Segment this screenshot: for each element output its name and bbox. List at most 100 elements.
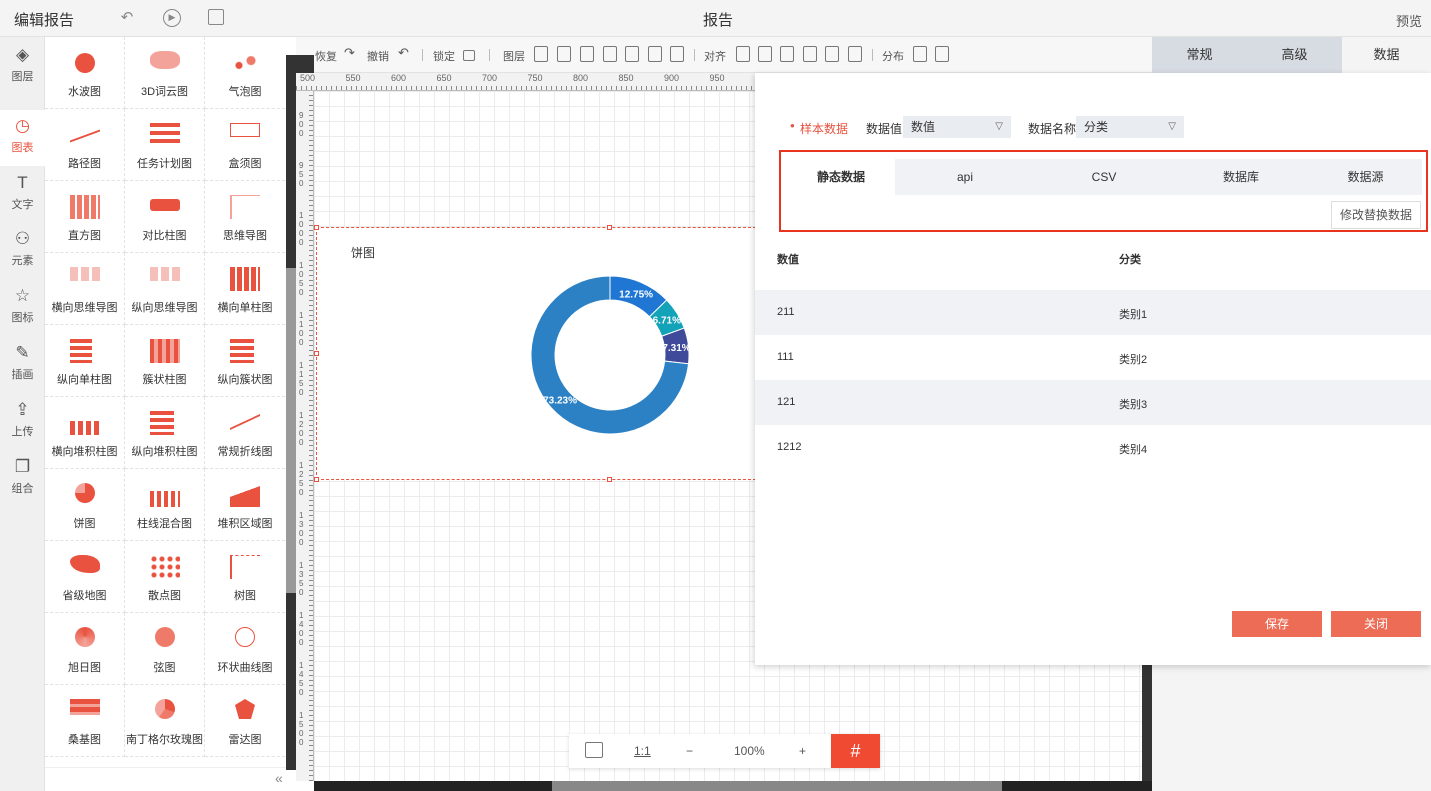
chart-type-item[interactable]: 气泡图 [205,37,285,109]
tab-database[interactable]: 数据库 [1173,159,1309,195]
resize-handle[interactable] [607,477,612,482]
tab-general[interactable]: 常规 [1152,37,1247,73]
chart-type-item[interactable]: 环状曲线图 [205,613,285,685]
tab-api[interactable]: api [895,159,1035,195]
chart-type-item[interactable]: 纵向堆积柱图 [125,397,205,469]
chart-type-item[interactable]: 纵向思维导图 [125,253,205,325]
chart-type-item[interactable]: 横向思维导图 [45,253,125,325]
resize-handle[interactable] [314,225,319,230]
play-icon[interactable]: ▶ [163,9,181,27]
copy-icon[interactable] [670,46,684,62]
collapse-icon[interactable]: « [275,770,283,786]
distribute-vertical-icon[interactable] [935,46,949,62]
selected-chart-widget[interactable]: 饼图 12.75% 6.71% 7.31% 73.23% [314,225,756,482]
lock-button[interactable]: 锁定 [433,48,455,64]
layer-tree-icon[interactable] [534,46,548,62]
chart-type-item[interactable]: 水波图 [45,37,125,109]
chart-type-item[interactable]: 盒须图 [205,109,285,181]
actual-size-button[interactable]: 1:1 [634,744,651,758]
undo-arrow-icon[interactable]: ↶ [398,45,409,61]
tab-csv[interactable]: CSV [1035,159,1173,195]
chart-type-item[interactable]: 桑基图 [45,685,125,757]
chart-type-item[interactable]: 饼图 [45,469,125,541]
chart-type-item[interactable]: 横向单柱图 [205,253,285,325]
lock-icon[interactable] [463,50,475,61]
nav-item-upload[interactable]: ⇪ 上传 [0,394,45,450]
bring-top-icon[interactable] [580,46,594,62]
table-row[interactable]: 1212 类别4 [755,425,1431,470]
close-button[interactable]: 关闭 [1331,611,1421,637]
resize-handle[interactable] [314,351,319,356]
undo-icon[interactable]: ↶ [118,9,136,27]
scrollbar-thumb[interactable] [552,781,1002,791]
chart-type-item[interactable]: 散点图 [125,541,205,613]
fit-screen-icon[interactable] [585,742,603,758]
distribute-button[interactable]: 分布 [882,48,904,64]
zoom-in-button[interactable]: + [799,744,806,758]
sample-data-link[interactable]: 样本数据 [800,120,848,137]
preview-button[interactable]: 预览 [1396,11,1422,30]
tab-data[interactable]: 数据 [1342,37,1431,73]
align-top-icon[interactable] [803,46,817,62]
table-row[interactable]: 111 类别2 [755,335,1431,380]
chart-type-item[interactable]: 南丁格尔玫瑰图 [125,685,205,757]
table-row[interactable]: 211 类别1 [755,290,1431,335]
table-row[interactable]: 121 类别3 [755,380,1431,425]
align-left-icon[interactable] [736,46,750,62]
send-down-icon[interactable] [603,46,617,62]
library-scrollbar[interactable] [286,55,296,770]
chart-type-item[interactable]: 对比柱图 [125,181,205,253]
tab-static-data[interactable]: 静态数据 [787,159,895,195]
nav-item-elements[interactable]: ⚇ 元素 [0,223,45,279]
align-center-icon[interactable] [758,46,772,62]
nav-item-text[interactable]: T 文字 [0,167,45,223]
delete-icon[interactable] [648,46,662,62]
distribute-horizontal-icon[interactable] [913,46,927,62]
restore-button[interactable]: 恢复 [315,48,337,64]
nav-item-layers[interactable]: ◈ 图层 [0,39,45,95]
canvas-horizontal-scrollbar[interactable] [314,781,1152,791]
chart-type-item[interactable]: 柱线混合图 [125,469,205,541]
zoom-out-button[interactable]: − [686,744,693,758]
tab-datasource[interactable]: 数据源 [1309,159,1422,195]
align-right-icon[interactable] [780,46,794,62]
align-button[interactable]: 对齐 [704,48,726,64]
resize-handle[interactable] [314,477,319,482]
scrollbar-thumb[interactable] [286,268,296,593]
redo-icon[interactable]: ↷ [344,45,355,61]
tab-advanced[interactable]: 高级 [1247,37,1342,73]
chart-type-item[interactable]: 横向堆积柱图 [45,397,125,469]
nav-item-palette[interactable]: ✎ 插画 [0,337,45,393]
bring-up-icon[interactable] [557,46,571,62]
revoke-button[interactable]: 撤销 [367,48,389,64]
nav-item-chart[interactable]: ◷ 图表 [0,110,45,166]
nav-item-star[interactable]: ☆ 图标 [0,280,45,336]
align-bottom-icon[interactable] [848,46,862,62]
chart-type-item[interactable]: 3D词云图 [125,37,205,109]
layer-button[interactable]: 图层 [503,48,525,64]
save-icon[interactable] [208,9,224,25]
chart-type-item[interactable]: 簇状柱图 [125,325,205,397]
name-select[interactable]: 分类 ▽ [1076,116,1184,138]
grid-toggle-button[interactable]: # [831,734,880,768]
chart-type-item[interactable]: 雷达图 [205,685,285,757]
send-bottom-icon[interactable] [625,46,639,62]
chart-type-item[interactable]: 堆积区域图 [205,469,285,541]
chart-type-item[interactable]: 旭日图 [45,613,125,685]
chart-type-item[interactable]: 纵向单柱图 [45,325,125,397]
modify-data-button[interactable]: 修改替换数据 [1331,201,1421,229]
chart-type-item[interactable]: 常规折线图 [205,397,285,469]
chart-type-item[interactable]: 弦图 [125,613,205,685]
value-select[interactable]: 数值 ▽ [903,116,1011,138]
chart-type-item[interactable]: 路径图 [45,109,125,181]
chart-type-item[interactable]: 纵向簇状图 [205,325,285,397]
align-middle-icon[interactable] [825,46,839,62]
chart-type-item[interactable]: 任务计划图 [125,109,205,181]
chart-type-item[interactable]: 树图 [205,541,285,613]
chart-type-item[interactable]: 思维导图 [205,181,285,253]
chart-type-item[interactable]: 直方图 [45,181,125,253]
save-button[interactable]: 保存 [1232,611,1322,637]
chart-type-item[interactable]: 省级地图 [45,541,125,613]
resize-handle[interactable] [607,225,612,230]
nav-item-group[interactable]: ❐ 组合 [0,451,45,507]
